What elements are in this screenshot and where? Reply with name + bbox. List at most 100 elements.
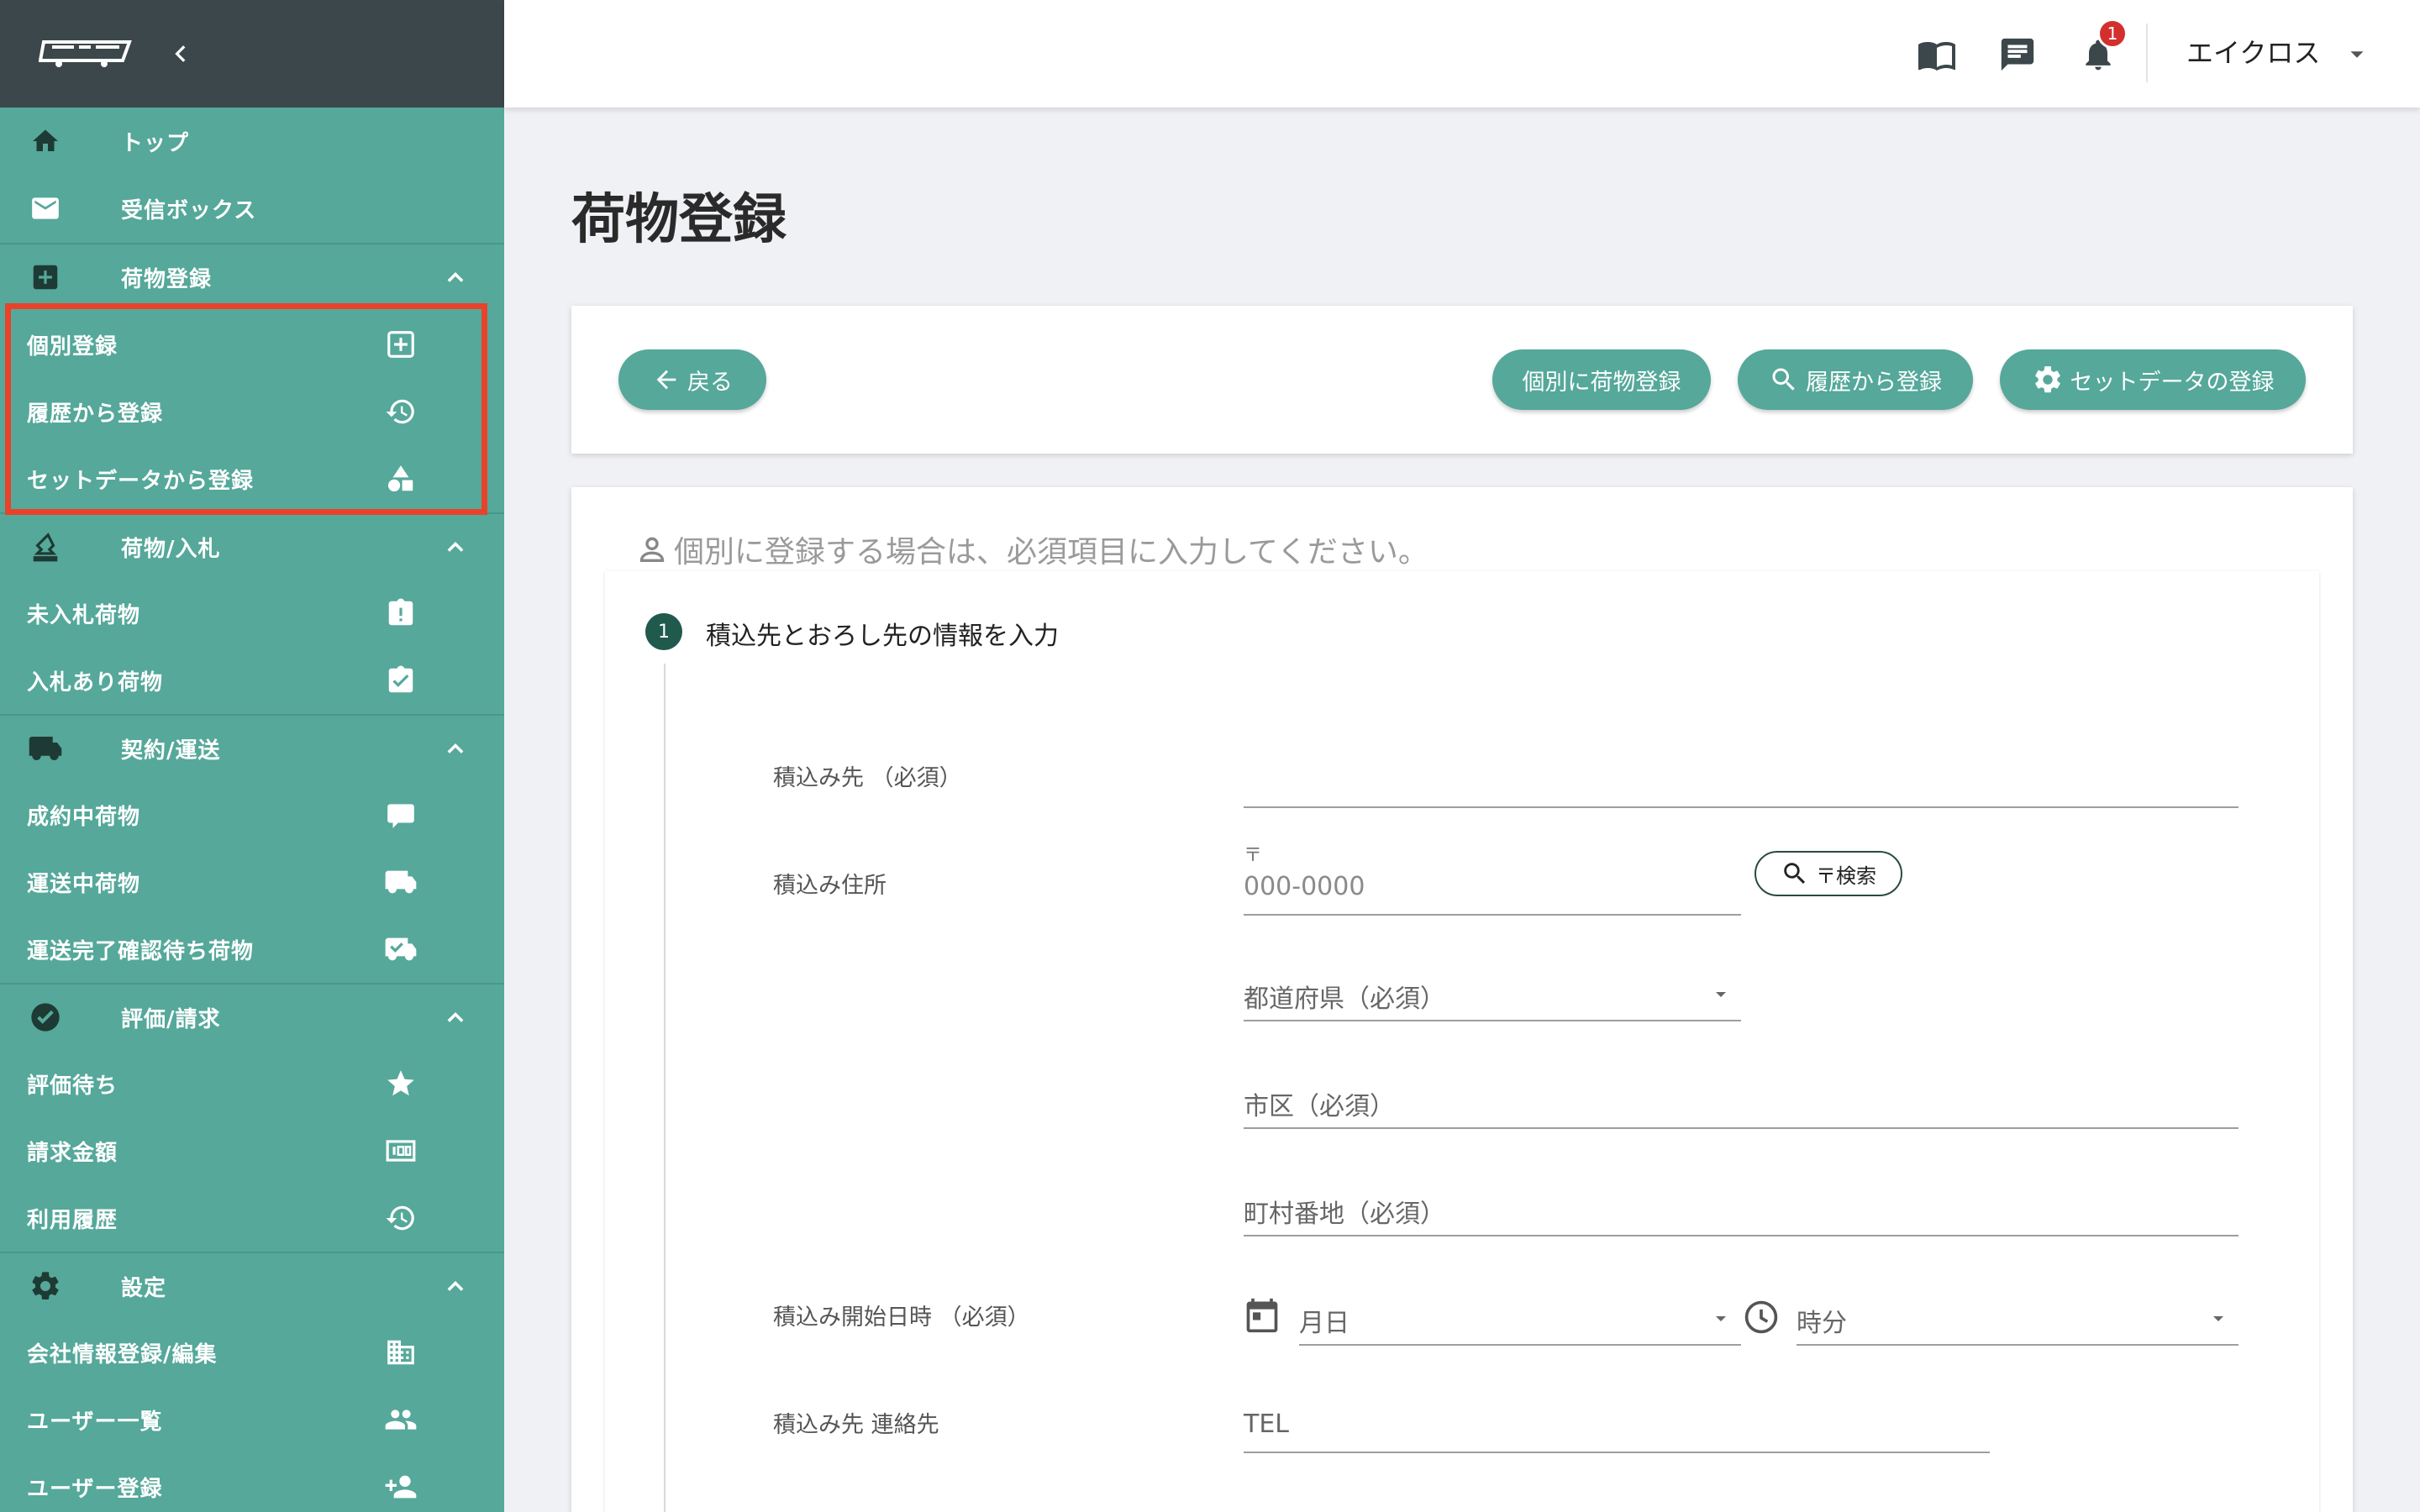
- sidebar-item-usage-history[interactable]: 利用履歴: [0, 1184, 504, 1252]
- form-hint-text: 個別に登録する場合は、必須項目に入力してください。: [674, 535, 1428, 570]
- person-add-icon: [382, 1468, 419, 1505]
- search-icon: [1784, 863, 1806, 885]
- sidebar-item-register-from-history[interactable]: 履歴から登録: [0, 378, 504, 445]
- loading-address-label: 積込み住所: [773, 873, 886, 899]
- city-placeholder: 市区（必須）: [1244, 1092, 1395, 1121]
- set-data-register-button[interactable]: セットデータの登録: [2000, 349, 2306, 410]
- back-button[interactable]: 戻る: [618, 349, 766, 410]
- sidebar-item-top[interactable]: トップ: [0, 108, 504, 175]
- people-icon: [382, 1401, 419, 1438]
- caret-down-icon[interactable]: [2344, 42, 2370, 67]
- chevron-up-icon[interactable]: [439, 1271, 472, 1301]
- notification-badge: 1: [2097, 18, 2128, 49]
- clipboard-check-icon: [382, 662, 419, 699]
- truck-check-icon: [382, 931, 419, 968]
- sidebar-item-user-registration[interactable]: ユーザー登録: [0, 1453, 504, 1512]
- sidebar-item-awaiting-review[interactable]: 評価待ち: [0, 1050, 504, 1117]
- sidebar-item-label: ユーザー一覧: [27, 1409, 163, 1435]
- sidebar-item-label: セットデータから登録: [27, 468, 255, 494]
- sidebar-item-label: 個別登録: [27, 333, 118, 360]
- prefecture-placeholder: 都道府県（必須）: [1244, 984, 1445, 1014]
- calendar-icon: [1246, 1298, 1278, 1333]
- sidebar-collapse-button[interactable]: [165, 37, 198, 71]
- zip-search-button[interactable]: 〒検索: [1754, 851, 1902, 896]
- town-input[interactable]: 町村番地（必須）: [1244, 1181, 2238, 1236]
- sidebar-section-contract-transport[interactable]: 契約/運送: [0, 715, 504, 782]
- city-input[interactable]: 市区（必須）: [1244, 1074, 2238, 1129]
- sidebar-item-delivery-confirmation-cargo[interactable]: 運送完了確認待ち荷物: [0, 916, 504, 983]
- add-square-icon: [382, 326, 419, 363]
- sidebar-section-label: 荷物/入札: [121, 536, 221, 562]
- top-bar: [504, 0, 2420, 108]
- start-date-select[interactable]: 月日: [1299, 1290, 1741, 1346]
- sidebar-section-label: 荷物登録: [121, 266, 213, 292]
- sidebar-section-label: 設定: [121, 1275, 167, 1301]
- loading-destination-input[interactable]: [1244, 756, 2238, 808]
- sidebar-item-company-info[interactable]: 会社情報登録/編集: [0, 1319, 504, 1386]
- book-icon[interactable]: [1916, 34, 1958, 76]
- check-circle-icon: [27, 999, 64, 1036]
- sidebar-item-unbid-cargo[interactable]: 未入札荷物: [0, 580, 504, 647]
- clock-icon: [1744, 1300, 1778, 1334]
- chevron-up-icon[interactable]: [439, 733, 472, 764]
- message-icon[interactable]: [1996, 34, 2039, 76]
- sidebar-item-label: 運送中荷物: [27, 871, 141, 897]
- tel-placeholder: TEL: [1244, 1410, 1289, 1439]
- sidebar-item-contracted-cargo[interactable]: 成約中荷物: [0, 781, 504, 848]
- tel-input[interactable]: TEL: [1244, 1398, 1990, 1453]
- sidebar-item-label: 運送完了確認待ち荷物: [27, 938, 255, 964]
- chevron-up-icon[interactable]: [439, 262, 472, 292]
- add-box-icon: [27, 259, 64, 296]
- caret-down-icon: [1716, 1316, 1726, 1321]
- sidebar-section-review-billing[interactable]: 評価/請求: [0, 984, 504, 1051]
- shipping-icon: [382, 864, 419, 900]
- history-register-label: 履歴から登録: [1806, 369, 1942, 396]
- zip-code-placeholder: 000-0000: [1244, 872, 1365, 901]
- sidebar-item-bid-cargo[interactable]: 入札あり荷物: [0, 647, 504, 714]
- star-icon: [382, 1065, 419, 1102]
- individual-register-button[interactable]: 個別に荷物登録: [1492, 349, 1711, 410]
- caret-down-icon: [2213, 1316, 2223, 1321]
- chevron-left-icon: [175, 45, 186, 62]
- chevron-up-icon[interactable]: [439, 1002, 472, 1032]
- truck-icon: [27, 730, 64, 767]
- sidebar-item-individual-registration[interactable]: 個別登録: [0, 311, 504, 378]
- stamp-icon: [27, 528, 64, 565]
- loading-contact-label: 積込み先 連絡先: [773, 1412, 939, 1438]
- history-register-button[interactable]: 履歴から登録: [1738, 349, 1973, 410]
- sidebar-section-cargo-registration[interactable]: 荷物登録: [0, 244, 504, 311]
- gear-icon: [2034, 366, 2060, 393]
- sidebar-section-settings[interactable]: 設定: [0, 1252, 504, 1320]
- sidebar-item-label: 会社情報登録/編集: [27, 1341, 218, 1368]
- zip-code-input[interactable]: 000-0000: [1244, 860, 1741, 916]
- sidebar-section-label: 評価/請求: [121, 1006, 221, 1032]
- history-icon: [382, 393, 419, 430]
- sidebar-item-in-transit-cargo[interactable]: 運送中荷物: [0, 848, 504, 916]
- start-date-placeholder: 月日: [1299, 1309, 1349, 1338]
- chat-bubble-icon: [382, 796, 419, 833]
- user-menu[interactable]: エイクロス: [2186, 32, 2320, 71]
- sidebar-item-billing-amount[interactable]: 請求金額: [0, 1117, 504, 1184]
- sidebar-item-label: ユーザー登録: [27, 1476, 163, 1502]
- loading-start-label: 積込み開始日時 （必須）: [773, 1305, 1030, 1331]
- form-hint: 個別に登録する場合は、必須項目に入力してください。: [635, 528, 1428, 571]
- sidebar-item-user-list[interactable]: ユーザー一覧: [0, 1386, 504, 1453]
- sidebar-item-register-from-set-data[interactable]: セットデータから登録: [0, 445, 504, 512]
- loading-destination-label: 積込み先 （必須）: [773, 765, 962, 791]
- history-icon: [382, 1200, 419, 1236]
- sidebar-header: [0, 0, 504, 108]
- sidebar-section-cargo-bid[interactable]: 荷物/入札: [0, 513, 504, 580]
- start-time-select[interactable]: 時分: [1797, 1290, 2238, 1346]
- topbar-separator: [2146, 24, 2148, 82]
- money-icon: [382, 1132, 419, 1169]
- sidebar-item-label: 評価待ち: [27, 1073, 118, 1099]
- mail-icon: [27, 190, 64, 227]
- clipboard-alert-icon: [382, 595, 419, 632]
- prefecture-select[interactable]: 都道府県（必須）: [1244, 966, 1741, 1021]
- sidebar-section-label: 契約/運送: [121, 738, 221, 764]
- sidebar-item-inbox[interactable]: 受信ボックス: [0, 175, 504, 242]
- sidebar: トップ 受信ボックス 荷物登録 個別登録 履歴から登録 セットデータから登録 荷…: [0, 0, 504, 1512]
- chevron-up-icon[interactable]: [439, 532, 472, 562]
- arrow-left-icon: [656, 370, 676, 390]
- back-button-label: 戻る: [687, 369, 733, 396]
